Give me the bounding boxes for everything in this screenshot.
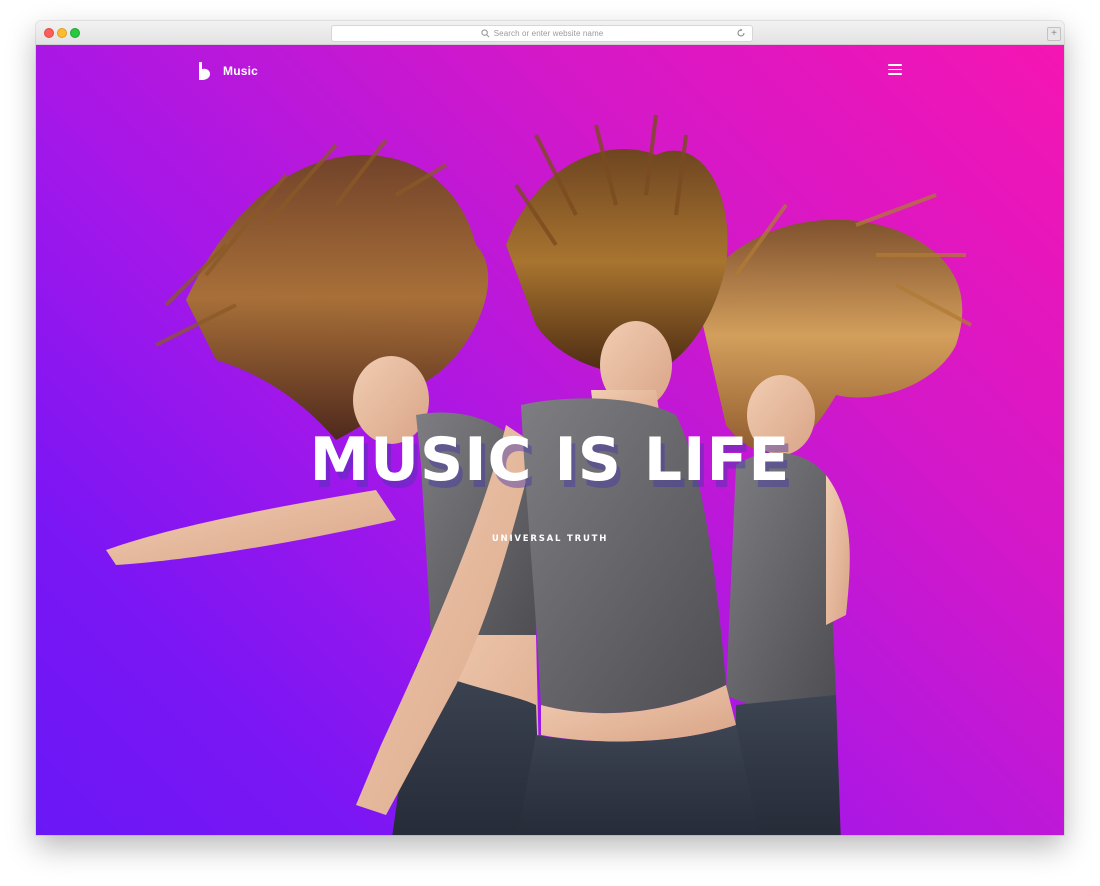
music-logo-icon [199, 62, 210, 80]
address-bar[interactable]: Search or enter website name [331, 25, 753, 42]
hamburger-menu-icon[interactable] [888, 64, 902, 76]
site-logo[interactable]: Music [196, 61, 258, 81]
hero-section: Music MUSIC IS LIFE UNIVERSAL TRUTH [36, 45, 1064, 835]
browser-titlebar: Search or enter website name + [36, 21, 1064, 45]
address-placeholder: Search or enter website name [493, 29, 604, 38]
hero-subtitle: UNIVERSAL TRUTH [491, 534, 609, 544]
minimize-window-button[interactable] [57, 28, 67, 38]
hero-title: MUSIC IS LIFE [309, 425, 791, 495]
reload-icon[interactable] [736, 28, 746, 38]
maximize-window-button[interactable] [70, 28, 80, 38]
browser-window: Search or enter website name + Music MUS… [36, 21, 1064, 835]
search-icon [481, 29, 490, 38]
close-window-button[interactable] [44, 28, 54, 38]
new-tab-button[interactable]: + [1047, 27, 1061, 41]
logo-text: Music [223, 64, 259, 78]
